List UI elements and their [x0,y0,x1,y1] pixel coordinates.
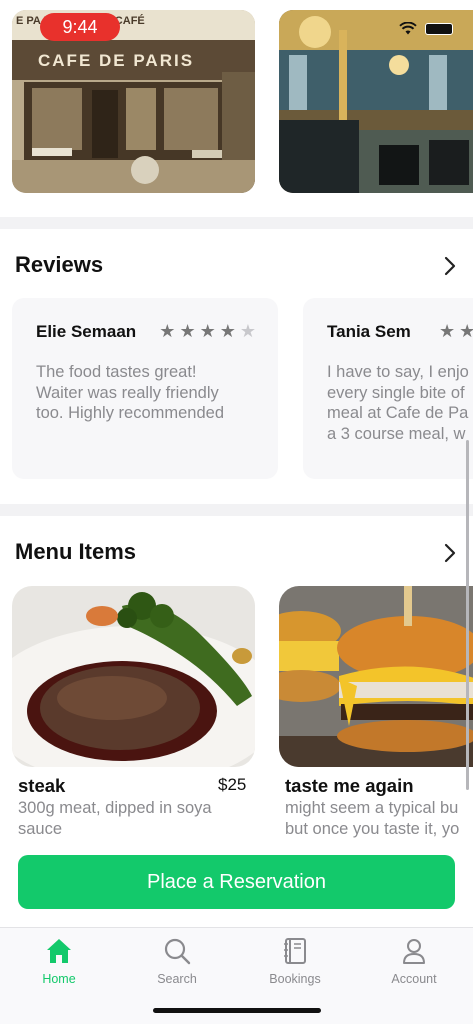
menu-title: Menu Items [15,539,137,564]
review-card[interactable]: Elie Semaan ★ ★ ★ ★ ★ The food tastes gr… [12,298,278,479]
star-icon: ★ [179,321,196,341]
home-indicator [153,1008,321,1013]
menu-item-name: taste me again [285,775,414,796]
star-icon: ★ [239,321,256,341]
review-line: a 3 course meal, w [327,424,466,443]
menu-chevron-icon[interactable] [443,543,457,563]
tab-search[interactable]: Search [132,936,222,986]
battery-icon [425,22,453,35]
status-time: 9:44 [40,13,120,41]
review-rating: ★ ★ [439,322,473,340]
star-icon: ★ [459,321,473,341]
review-line: too. Highly recommended [36,404,225,422]
tab-label: Search [157,972,197,986]
star-icon: ★ [439,321,456,341]
place-reservation-button[interactable]: Place a Reservation [18,855,455,909]
tab-home[interactable]: Home [14,936,104,986]
status-icons [399,22,453,35]
review-line: every single bite of [327,383,465,402]
menu-item-name: steak [18,775,66,796]
gallery-image-interior[interactable] [279,10,473,193]
menu-item-price: $25 [218,775,247,794]
menu-description-line: 300g meat, dipped in soya [18,799,212,817]
reviews-title: Reviews [15,252,104,277]
tab-bookings[interactable]: Bookings [250,936,340,986]
review-rating: ★ ★ ★ ★ ★ [159,322,256,340]
menu-description-line: sauce [18,819,63,838]
star-icon: ★ [199,321,216,341]
menu-description-line: might seem a typical bu [285,799,459,817]
menu-item-image-burger[interactable] [279,586,473,767]
star-icon: ★ [159,321,176,341]
menu-item-description: might seem a typical bu but once you tas… [285,798,473,839]
bookings-icon [284,938,306,964]
tab-label: Bookings [269,972,321,986]
search-icon [164,938,191,965]
review-line: I have to say, I enjo [327,363,469,381]
review-text: I have to say, I enjo every single bite … [327,362,469,444]
reviews-chevron-icon[interactable] [443,256,457,276]
home-icon [47,939,71,963]
svg-text:CAFE DE PARIS: CAFE DE PARIS [38,51,194,70]
tab-account[interactable]: Account [369,936,459,986]
review-line: The food tastes great! [36,363,197,381]
review-line: Waiter was really friendly [36,383,219,402]
menu-item-image-steak[interactable] [12,586,255,767]
star-icon: ★ [219,321,236,341]
tab-label: Home [42,972,76,986]
review-text: The food tastes great! Waiter was really… [36,362,254,424]
review-card[interactable]: Tania Sem ★ ★ I have to say, I enjo ever… [303,298,473,479]
section-divider [0,504,473,516]
menu-description-line: but once you taste it, yo [285,819,460,838]
tab-label: Account [391,972,437,986]
scrollbar[interactable] [466,440,469,790]
section-divider [0,217,473,229]
account-icon [403,939,425,964]
menu-item-description: 300g meat, dipped in soya sauce [18,798,212,839]
review-line: meal at Cafe de Pa [327,404,469,422]
wifi-icon [399,22,417,35]
